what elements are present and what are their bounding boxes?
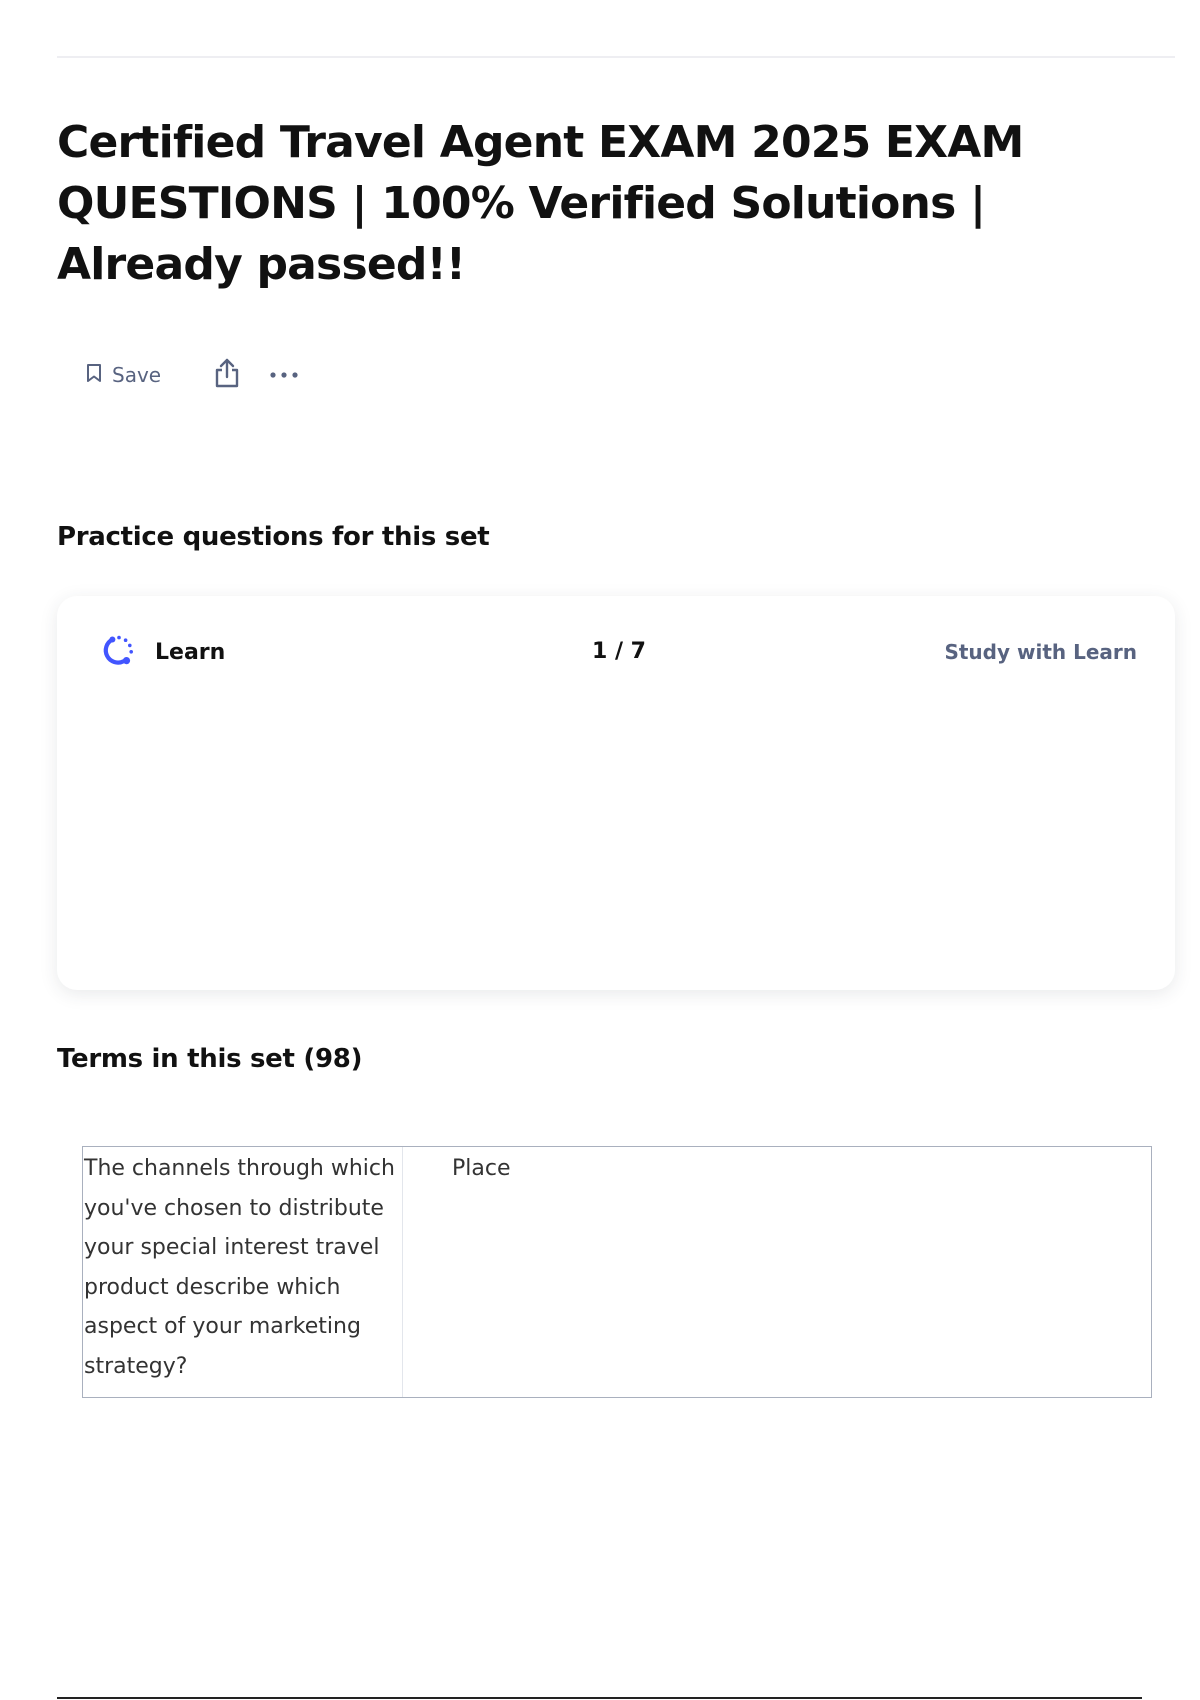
learn-icon	[97, 628, 141, 677]
more-icon	[269, 366, 299, 384]
share-button[interactable]	[213, 357, 241, 394]
definition-text: Place	[452, 1156, 511, 1181]
set-title: Certified Travel Agent EXAM 2025 EXAM QU…	[57, 117, 1024, 290]
bookmark-icon	[86, 363, 102, 388]
term-row: The channels through which you've chosen…	[82, 1146, 1152, 1398]
page: Certified Travel Agent EXAM 2025 EXAM QU…	[0, 0, 1200, 1700]
share-icon	[213, 357, 241, 394]
learn-mode-button[interactable]: Learn	[97, 630, 225, 674]
more-options-button[interactable]	[269, 366, 299, 384]
question-progress: 1 / 7	[592, 639, 646, 664]
save-label: Save	[112, 363, 162, 387]
bottom-divider	[57, 1697, 1142, 1699]
top-divider	[57, 56, 1175, 58]
practice-heading: Practice questions for this set	[57, 522, 490, 552]
save-button[interactable]: Save	[86, 363, 161, 388]
learn-label: Learn	[155, 639, 226, 665]
terms-heading: Terms in this set (98)	[57, 1044, 363, 1074]
learn-card-header: Learn 1 / 7 Study with Learn	[97, 630, 1137, 674]
action-bar: Save	[86, 357, 299, 393]
learn-card: Learn 1 / 7 Study with Learn	[57, 596, 1175, 990]
term-text: The channels through which you've chosen…	[83, 1147, 403, 1397]
study-with-learn-link[interactable]: Study with Learn	[944, 630, 1137, 674]
